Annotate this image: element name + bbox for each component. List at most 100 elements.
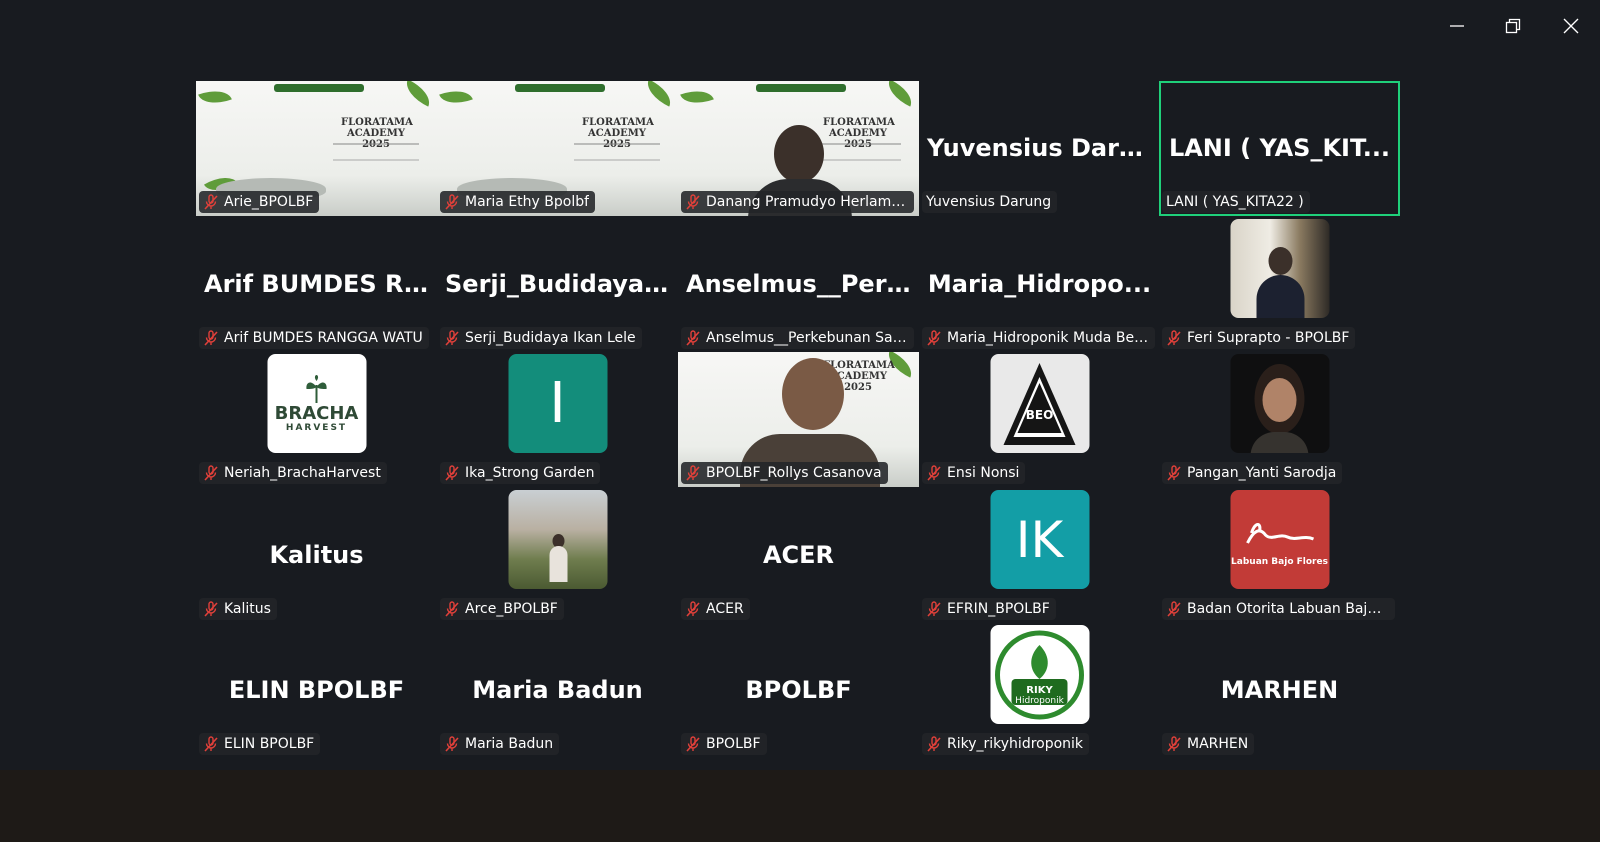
participant-display-name: ACER [762,540,835,569]
participant-tile[interactable]: Serji_Budidaya I... Serji_Budidaya Ikan … [437,217,678,352]
participant-name-label: Ika_Strong Garden [440,462,601,484]
participant-name-label: Maria Badun [440,733,560,755]
mic-muted-icon [203,330,219,346]
minimize-icon [1450,25,1464,27]
participant-tile[interactable]: BRACHA HARVEST Neriah_BrachaHarvest [196,352,437,487]
hydroponic-logo-icon: RIKY Hidroponik [995,630,1084,719]
participant-tile[interactable]: FLORATAMA ACADEMY 2025 BPOLBF_Rollys Casa… [678,352,919,487]
participant-tile[interactable]: Yuvensius Darung Yuvensius Darung [919,81,1160,216]
participant-name-label: ELIN BPOLBF [199,733,321,755]
mic-muted-icon [1166,465,1182,481]
island-logo-icon [1246,522,1315,544]
participant-tile[interactable]: ELIN BPOLBF ELIN BPOLBF [196,623,437,758]
participant-name-label: Arce_BPOLBF [440,598,564,620]
participant-tile[interactable]: FLORATAMA ACADEMY 2025 Arie_BPOLBF [196,81,437,216]
mic-muted-icon [1166,601,1182,617]
mic-muted-icon [926,330,942,346]
participant-photo [1230,219,1329,318]
participant-tile[interactable]: BEO Ensi Nonsi [919,352,1160,487]
participant-avatar: I [508,354,607,453]
participant-tile[interactable]: FLORATAMA ACADEMY 2025 Maria Ethy Bpolbf [437,81,678,216]
mic-muted-icon [926,601,942,617]
participant-tile[interactable]: BPOLBF BPOLBF [678,623,919,758]
mic-muted-icon [203,601,219,617]
participant-display-name: Anselmus__Perk... [686,269,919,298]
restore-icon [1505,18,1521,34]
participant-name-label: Badan Otorita Labuan Bajo ... [1162,598,1395,620]
participant-name-label: Maria_Hidroponik Muda Ber... [922,327,1155,349]
participant-tile[interactable]: Labuan Bajo Flores Badan Otorita Labuan … [1159,488,1400,623]
participant-logo: BRACHA HARVEST [267,354,366,453]
participant-name-label: Danang Pramudyo Herlamb... [681,191,914,213]
participant-name-label: Kalitus [199,598,277,620]
mic-muted-icon [444,194,460,210]
mic-muted-icon [444,736,460,752]
participant-tile[interactable]: Maria Badun Maria Badun [437,623,678,758]
participant-display-name: Yuvensius Darung [927,133,1160,162]
mic-muted-icon [926,736,942,752]
mic-muted-icon [444,601,460,617]
participant-logo: RIKY Hidroponik [990,625,1089,724]
participant-tile[interactable]: Feri Suprapto - BPOLBF [1159,217,1400,352]
participant-name-label: MARHEN [1162,733,1255,755]
mic-muted-icon [685,194,701,210]
participant-tile[interactable]: MARHEN MARHEN [1159,623,1400,758]
participant-photo [1230,354,1329,453]
participant-name-label: Yuvensius Darung [922,191,1058,213]
participant-name-label: EFRIN_BPOLBF [922,598,1056,620]
mic-muted-icon [203,465,219,481]
participant-photo [508,490,607,589]
mic-muted-icon [1166,736,1182,752]
participant-display-name: Kalitus [269,540,364,569]
participant-name-label: BPOLBF [681,733,767,755]
close-icon [1563,18,1579,34]
participant-display-name: LANI ( YAS_KIT... [1168,133,1391,162]
participant-name-label: Serji_Budidaya Ikan Lele [440,327,642,349]
mic-muted-icon [444,330,460,346]
participant-tile[interactable]: Arif BUMDES R... Arif BUMDES RANGGA WATU [196,217,437,352]
participant-name-label: Maria Ethy Bpolbf [440,191,596,213]
participant-tile-active-speaker[interactable]: LANI ( YAS_KIT... LANI ( YAS_KITA22 ) [1159,81,1400,216]
minimize-button[interactable] [1434,10,1480,42]
close-button[interactable] [1548,10,1594,42]
mic-muted-icon [685,601,701,617]
participant-tile[interactable]: Maria_Hidropo... Maria_Hidroponik Muda B… [919,217,1160,352]
mic-muted-icon [926,465,942,481]
mic-muted-icon [203,736,219,752]
participant-name-label: BPOLBF_Rollys Casanova [681,462,888,484]
mic-muted-icon [1166,330,1182,346]
participant-display-name: ELIN BPOLBF [228,675,405,704]
mic-muted-icon [203,194,219,210]
participant-display-name: Arif BUMDES R... [204,269,432,298]
participant-display-name: Maria Badun [472,675,643,704]
participant-name-label: Feri Suprapto - BPOLBF [1162,327,1356,349]
plant-icon [306,374,327,403]
svg-text:Hidroponik: Hidroponik [1015,696,1064,706]
participant-logo: BEO [990,354,1089,453]
participant-name-label: Ensi Nonsi [922,462,1026,484]
mic-muted-icon [685,736,701,752]
participant-display-name: MARHEN [1220,675,1339,704]
participant-tile[interactable]: Kalitus Kalitus [196,488,437,623]
participant-tile[interactable]: RIKY Hidroponik Riky_rikyhidroponik [919,623,1160,758]
participant-name-label: Neriah_BrachaHarvest [199,462,387,484]
participant-tile[interactable]: I Ika_Strong Garden [437,352,678,487]
svg-text:BEO: BEO [1026,408,1054,422]
participant-name-label: Arif BUMDES RANGGA WATU [199,327,429,349]
mic-muted-icon [685,330,701,346]
participant-name-label: ACER [681,598,750,620]
participant-tile[interactable]: Anselmus__Perk... Anselmus__Perkebunan S… [678,217,919,352]
bottom-bar [0,770,1600,842]
svg-text:RIKY: RIKY [1026,685,1053,696]
participant-tile[interactable]: Arce_BPOLBF [437,488,678,623]
participant-display-name: BPOLBF [745,675,852,704]
mic-muted-icon [444,465,460,481]
participant-tile[interactable]: ACER ACER [678,488,919,623]
participant-tile[interactable]: IK EFRIN_BPOLBF [919,488,1160,623]
participant-tile[interactable]: FLORATAMA ACADEMY 2025 Danang Pramudyo He… [678,81,919,216]
participant-tile[interactable]: Pangan_Yanti Sarodja [1159,352,1400,487]
restore-button[interactable] [1490,10,1536,42]
mic-muted-icon [685,465,701,481]
participant-name-label: LANI ( YAS_KITA22 ) [1162,191,1310,213]
participant-display-name: Maria_Hidropo... [927,269,1152,298]
